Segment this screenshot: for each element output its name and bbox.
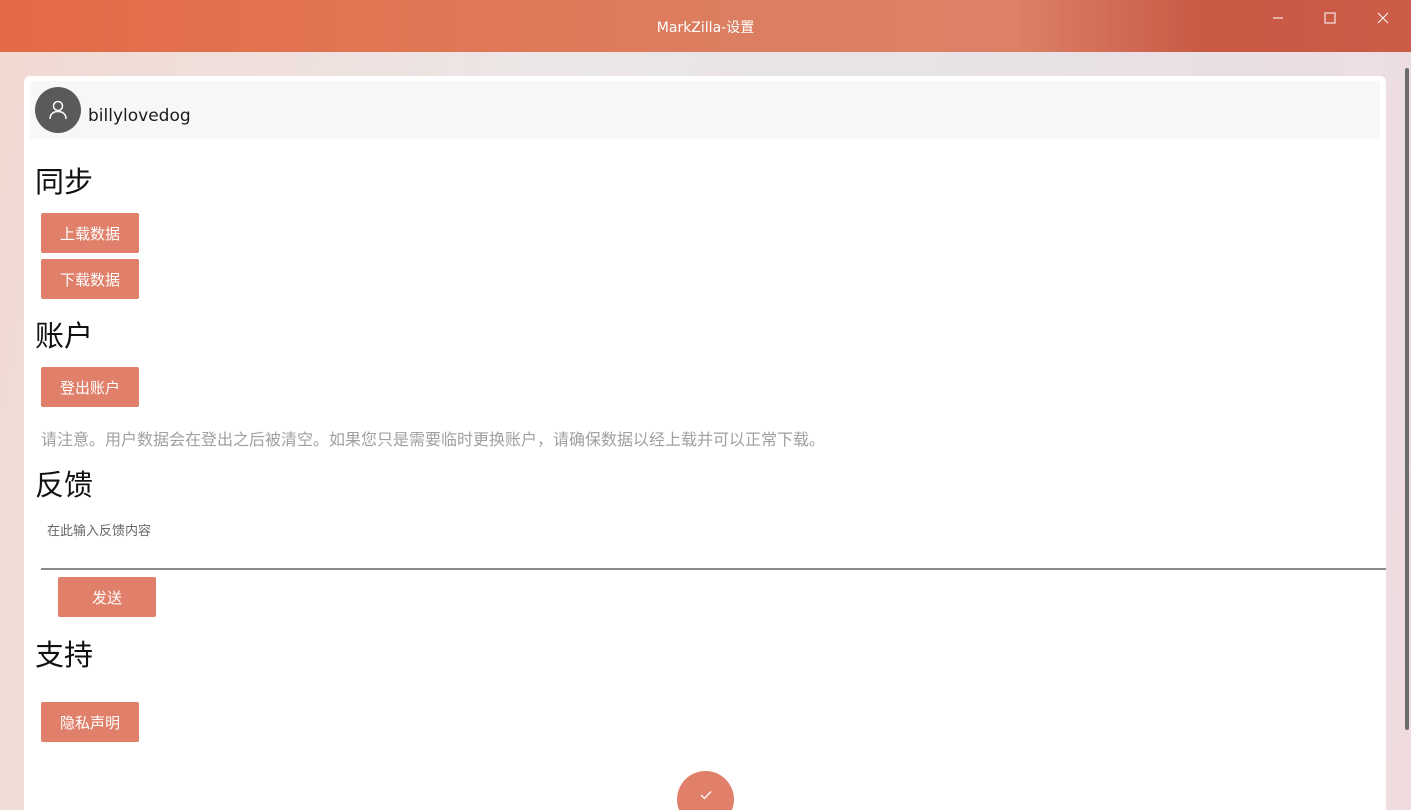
maximize-icon [1324, 12, 1336, 24]
person-icon [49, 100, 67, 120]
feedback-section-title: 反馈 [35, 468, 94, 502]
sync-section-title: 同步 [35, 165, 94, 199]
privacy-statement-button[interactable]: 隐私声明 [41, 702, 139, 742]
logout-warning-text: 请注意。用户数据会在登出之后被清空。如果您只是需要临时更换账户，请确保数据以经上… [41, 430, 826, 449]
user-header: billylovedog [30, 81, 1380, 139]
close-button[interactable] [1357, 0, 1409, 36]
checkmark-icon [700, 791, 711, 800]
settings-panel: billylovedog 同步 上载数据 下载数据 账户 登出账户 请注意。用户… [24, 76, 1386, 810]
upload-data-button[interactable]: 上载数据 [41, 213, 139, 253]
account-section-title: 账户 [35, 319, 94, 353]
confirm-button[interactable] [677, 771, 734, 810]
username: billylovedog [88, 106, 191, 126]
scrollbar[interactable] [1405, 68, 1409, 730]
avatar[interactable] [35, 87, 81, 133]
minimize-button[interactable] [1252, 0, 1304, 36]
support-section-title: 支持 [35, 638, 94, 672]
logout-button[interactable]: 登出账户 [41, 367, 139, 407]
maximize-button[interactable] [1304, 0, 1356, 36]
close-icon [1377, 12, 1389, 24]
window-title: MarkZilla-设置 [656, 20, 755, 36]
send-feedback-button[interactable]: 发送 [58, 577, 156, 617]
minimize-icon [1273, 17, 1283, 19]
title-bar: MarkZilla-设置 [0, 0, 1411, 52]
download-data-button[interactable]: 下载数据 [41, 259, 139, 299]
feedback-input[interactable] [41, 512, 1386, 570]
